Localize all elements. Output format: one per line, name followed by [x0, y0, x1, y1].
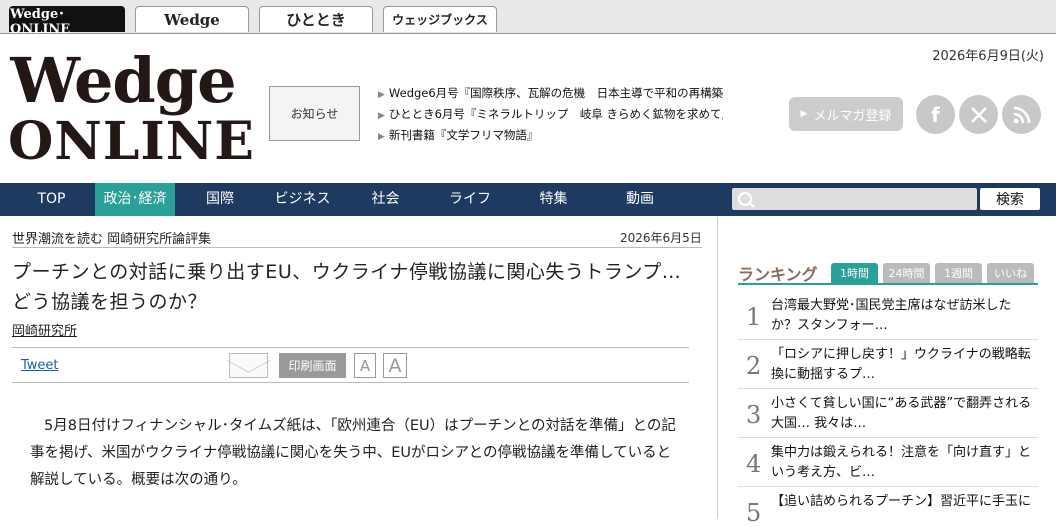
- rss-icon[interactable]: [1002, 95, 1041, 134]
- triangle-icon: ▶: [378, 111, 385, 121]
- news-item[interactable]: ▶ ひととき6月号『ミネラルトリップ 岐阜 きらめく鉱物を求めて』: [378, 104, 723, 125]
- nav-life[interactable]: ライフ: [440, 183, 500, 216]
- font-small-button[interactable]: A: [354, 353, 376, 378]
- ranking-tab-1h[interactable]: 1時間: [831, 263, 878, 283]
- title-line-1: プーチンとの対話に乗り出すEU、ウクライナ停戦協議に関心失うトランプ…: [12, 261, 682, 283]
- article-category[interactable]: 世界潮流を読む 岡崎研究所論評集: [12, 228, 211, 247]
- news-text: ひととき6月号『ミネラルトリップ 岐阜 きらめく鉱物を求めて』: [388, 107, 723, 121]
- divider: [12, 247, 702, 248]
- search-icon: [738, 192, 752, 206]
- ranking-number: 4: [746, 450, 762, 478]
- news-list: ▶ Wedge6月号『国際秩序、瓦解の危機 日本主導で平和の再構築を』 ▶ ひととき…: [378, 83, 723, 146]
- nav-international[interactable]: 国際: [190, 183, 250, 216]
- play-icon: ▶: [800, 109, 808, 119]
- ranking-number: 2: [746, 352, 762, 380]
- facebook-icon[interactable]: f: [916, 95, 955, 134]
- news-text: 新刊書籍『文学フリマ物語』: [388, 128, 539, 142]
- ranking-tab-likes[interactable]: いいね: [987, 263, 1034, 283]
- site-tab-hitotoki[interactable]: ひととき: [259, 6, 373, 32]
- ranking-text: 【追い詰められるプーチン】習近平に手玉に: [771, 494, 1032, 509]
- tweet-link[interactable]: Tweet: [21, 358, 59, 373]
- x-icon[interactable]: [959, 95, 998, 134]
- ranking-text: 小さくて貧しい国に“ある武器”で翻弄される大国… 我々は…: [771, 396, 1032, 431]
- article-author[interactable]: 岡崎研究所: [12, 320, 77, 339]
- ranking-number: 1: [746, 303, 762, 331]
- ranking-item[interactable]: 1 台湾最大野党･国民党主席はなぜ訪米したか？スタンフォー…: [738, 291, 1038, 340]
- search-input[interactable]: [732, 188, 977, 210]
- ranking-text: 「ロシアに押し戻す！」ウクライナの戦略転換に動揺するプ…: [771, 347, 1031, 382]
- nav-top[interactable]: TOP: [24, 183, 79, 216]
- ranking-number: 3: [746, 401, 762, 429]
- ranking-text: 集中力は鍛えられる！注意を「向け直す」という考え方、ビ…: [771, 445, 1032, 480]
- search-button[interactable]: 検索: [980, 188, 1040, 210]
- ranking-underline: [738, 283, 1038, 285]
- ranking-item[interactable]: 5 【追い詰められるプーチン】習近平に手玉に: [738, 487, 1038, 527]
- nav-video[interactable]: 動画: [610, 183, 670, 216]
- triangle-icon: ▶: [378, 132, 385, 142]
- main-nav: TOP 政治･経済 国際 ビジネス 社会 ライフ 特集 動画 検索: [0, 183, 1056, 216]
- article-date: 2026年6月5日: [620, 231, 702, 245]
- site-tab-wedge-online[interactable]: Wedge･ONLINE: [9, 6, 125, 37]
- article-title: プーチンとの対話に乗り出すEU、ウクライナ停戦協議に関心失うトランプ… どう協議…: [12, 257, 702, 317]
- site-logo[interactable]: Wedge ONLINE: [8, 50, 258, 168]
- notice-button[interactable]: お知らせ: [269, 86, 360, 141]
- nav-feature[interactable]: 特集: [526, 183, 581, 216]
- ranking-tab-1w[interactable]: 1週間: [935, 263, 982, 283]
- logo-line-2: ONLINE: [8, 111, 255, 172]
- ranking-item[interactable]: 4 集中力は鍛えられる！注意を「向け直す」という考え方、ビ…: [738, 438, 1038, 487]
- ranking-item[interactable]: 2 「ロシアに押し戻す！」ウクライナの戦略転換に動揺するプ…: [738, 340, 1038, 389]
- article-body: 5月8日付けフィナンシャル･タイムズ紙は、「欧州連合（EU）はプーチンとの対話を…: [30, 413, 680, 494]
- site-tab-bar: Wedge･ONLINE Wedge ひととき ウェッジブックス: [0, 0, 1056, 37]
- divider: [12, 347, 689, 348]
- newsletter-button[interactable]: ▶ メルマガ登録: [789, 97, 903, 131]
- ranking-title: ランキング: [738, 265, 818, 284]
- news-text: Wedge6月号『国際秩序、瓦解の危機 日本主導で平和の再構築を』: [388, 86, 723, 100]
- newsletter-label: メルマガ登録: [813, 108, 892, 124]
- nav-business[interactable]: ビジネス: [265, 183, 340, 216]
- mail-icon[interactable]: [229, 353, 268, 378]
- divider: [12, 382, 689, 383]
- ranking-text: 台湾最大野党･国民党主席はなぜ訪米したか？スタンフォー…: [771, 298, 1012, 333]
- title-line-2: どう協議を担うのか？: [12, 291, 208, 313]
- triangle-icon: ▶: [378, 90, 385, 100]
- ranking-number: 5: [746, 499, 762, 527]
- nav-society[interactable]: 社会: [358, 183, 413, 216]
- site-tab-wedge-books[interactable]: ウェッジブックス: [383, 6, 497, 32]
- logo-line-1: Wedge: [10, 44, 236, 117]
- ranking-tab-24h[interactable]: 24時間: [883, 263, 930, 283]
- site-tab-wedge[interactable]: Wedge: [135, 6, 249, 32]
- current-date: 2026年6月9日(火): [932, 49, 1044, 64]
- news-item[interactable]: ▶ Wedge6月号『国際秩序、瓦解の危機 日本主導で平和の再構築を』: [378, 83, 723, 104]
- ranking-item[interactable]: 3 小さくて貧しい国に“ある武器”で翻弄される大国… 我々は…: [738, 389, 1038, 438]
- news-item[interactable]: ▶ 新刊書籍『文学フリマ物語』: [378, 125, 723, 146]
- font-large-button[interactable]: A: [383, 353, 407, 378]
- article-paragraph: 5月8日付けフィナンシャル･タイムズ紙は、「欧州連合（EU）はプーチンとの対話を…: [30, 418, 676, 488]
- nav-politics-economy[interactable]: 政治･経済: [95, 183, 175, 216]
- column-divider: [717, 217, 718, 518]
- print-button[interactable]: 印刷画面: [279, 353, 346, 378]
